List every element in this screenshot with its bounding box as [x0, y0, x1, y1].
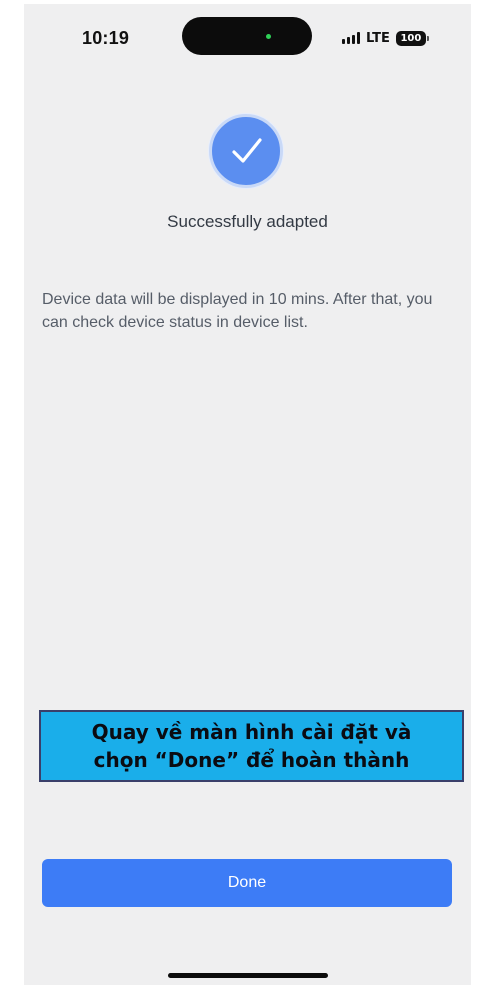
battery-level: 100 — [400, 32, 422, 44]
dynamic-island — [182, 17, 312, 55]
success-title: Successfully adapted — [167, 212, 328, 231]
status-indicators: LTE 100 — [342, 28, 429, 48]
done-button[interactable]: Done — [42, 859, 452, 907]
battery-icon: 100 — [395, 30, 429, 46]
status-time: 10:19 — [82, 28, 130, 48]
info-message: Device data will be displayed in 10 mins… — [42, 291, 433, 331]
checkmark-circle-icon — [209, 114, 283, 188]
checkmark-icon — [232, 138, 262, 163]
network-type-label: LTE — [366, 30, 390, 46]
camera-indicator-icon — [266, 34, 271, 39]
signal-icon — [342, 32, 360, 44]
instruction-banner: Quay về màn hình cài đặt và chọn “Done” … — [39, 710, 464, 782]
home-indicator[interactable] — [168, 973, 328, 978]
app-screen: 10:19 LTE 100 Successfully adapted Devic… — [24, 4, 471, 985]
instruction-text: Quay về màn hình cài đặt và chọn “Done” … — [91, 720, 412, 772]
